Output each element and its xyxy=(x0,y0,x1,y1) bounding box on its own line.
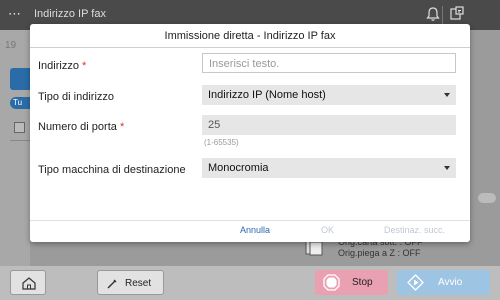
background-divider xyxy=(10,140,30,141)
device-status-icon[interactable] xyxy=(448,5,466,23)
window-title: Indirizzo IP fax xyxy=(34,8,106,20)
address-input[interactable]: Inserisci testo. xyxy=(202,53,456,73)
dropdown-arrow-icon xyxy=(444,166,450,170)
port-label-text: Numero di porta xyxy=(38,121,117,133)
machine-type-select[interactable]: Monocromia xyxy=(202,158,456,178)
separator xyxy=(442,6,443,24)
reset-label: Reset xyxy=(125,278,152,289)
address-label: Indirizzo * xyxy=(38,60,86,72)
cancel-button[interactable]: Annulla xyxy=(240,225,270,235)
stop-icon xyxy=(323,274,340,291)
required-mark: * xyxy=(82,60,87,72)
required-mark: * xyxy=(119,121,125,133)
machine-type-value: Monocromia xyxy=(208,162,269,174)
home-button[interactable] xyxy=(10,270,46,295)
direct-input-dialog: Immissione diretta - Indirizzo IP fax In… xyxy=(30,24,470,242)
stop-label: Stop xyxy=(352,277,373,288)
address-type-label: Tipo di indirizzo xyxy=(38,91,115,103)
machine-type-label: Tipo macchina di destinazione xyxy=(38,164,186,176)
home-icon xyxy=(22,277,36,290)
start-label: Avvio xyxy=(438,277,463,288)
address-type-select[interactable]: Indirizzo IP (Nome host) xyxy=(202,85,456,105)
port-input[interactable]: 25 xyxy=(202,115,456,135)
background-blue-tab xyxy=(10,68,30,90)
bell-icon[interactable] xyxy=(424,5,442,23)
background-left-panel xyxy=(0,30,30,266)
reset-icon xyxy=(107,279,117,289)
background-tab: Tu xyxy=(10,97,30,109)
menu-icon[interactable]: ⋯ xyxy=(8,6,24,22)
info-line-2: Orig.piega a Z : OFF xyxy=(338,248,421,258)
stop-button[interactable]: Stop xyxy=(315,270,388,295)
reset-button[interactable]: Reset xyxy=(97,270,164,295)
dialog-title: Immissione diretta - Indirizzo IP fax xyxy=(30,24,470,48)
background-checkbox xyxy=(14,122,25,133)
start-icon xyxy=(407,274,424,291)
background-toggle xyxy=(478,193,496,203)
port-label: Numero di porta * xyxy=(38,121,124,133)
ok-button[interactable]: OK xyxy=(321,225,334,235)
start-button[interactable]: Avvio xyxy=(397,270,490,295)
background-number: 19 xyxy=(5,40,17,51)
port-range-hint: (1-65535) xyxy=(204,138,239,147)
address-type-value: Indirizzo IP (Nome host) xyxy=(208,89,326,101)
address-label-text: Indirizzo xyxy=(38,60,79,72)
next-destination-button[interactable]: Destinaz. succ. xyxy=(384,225,445,235)
dropdown-arrow-icon xyxy=(444,93,450,97)
